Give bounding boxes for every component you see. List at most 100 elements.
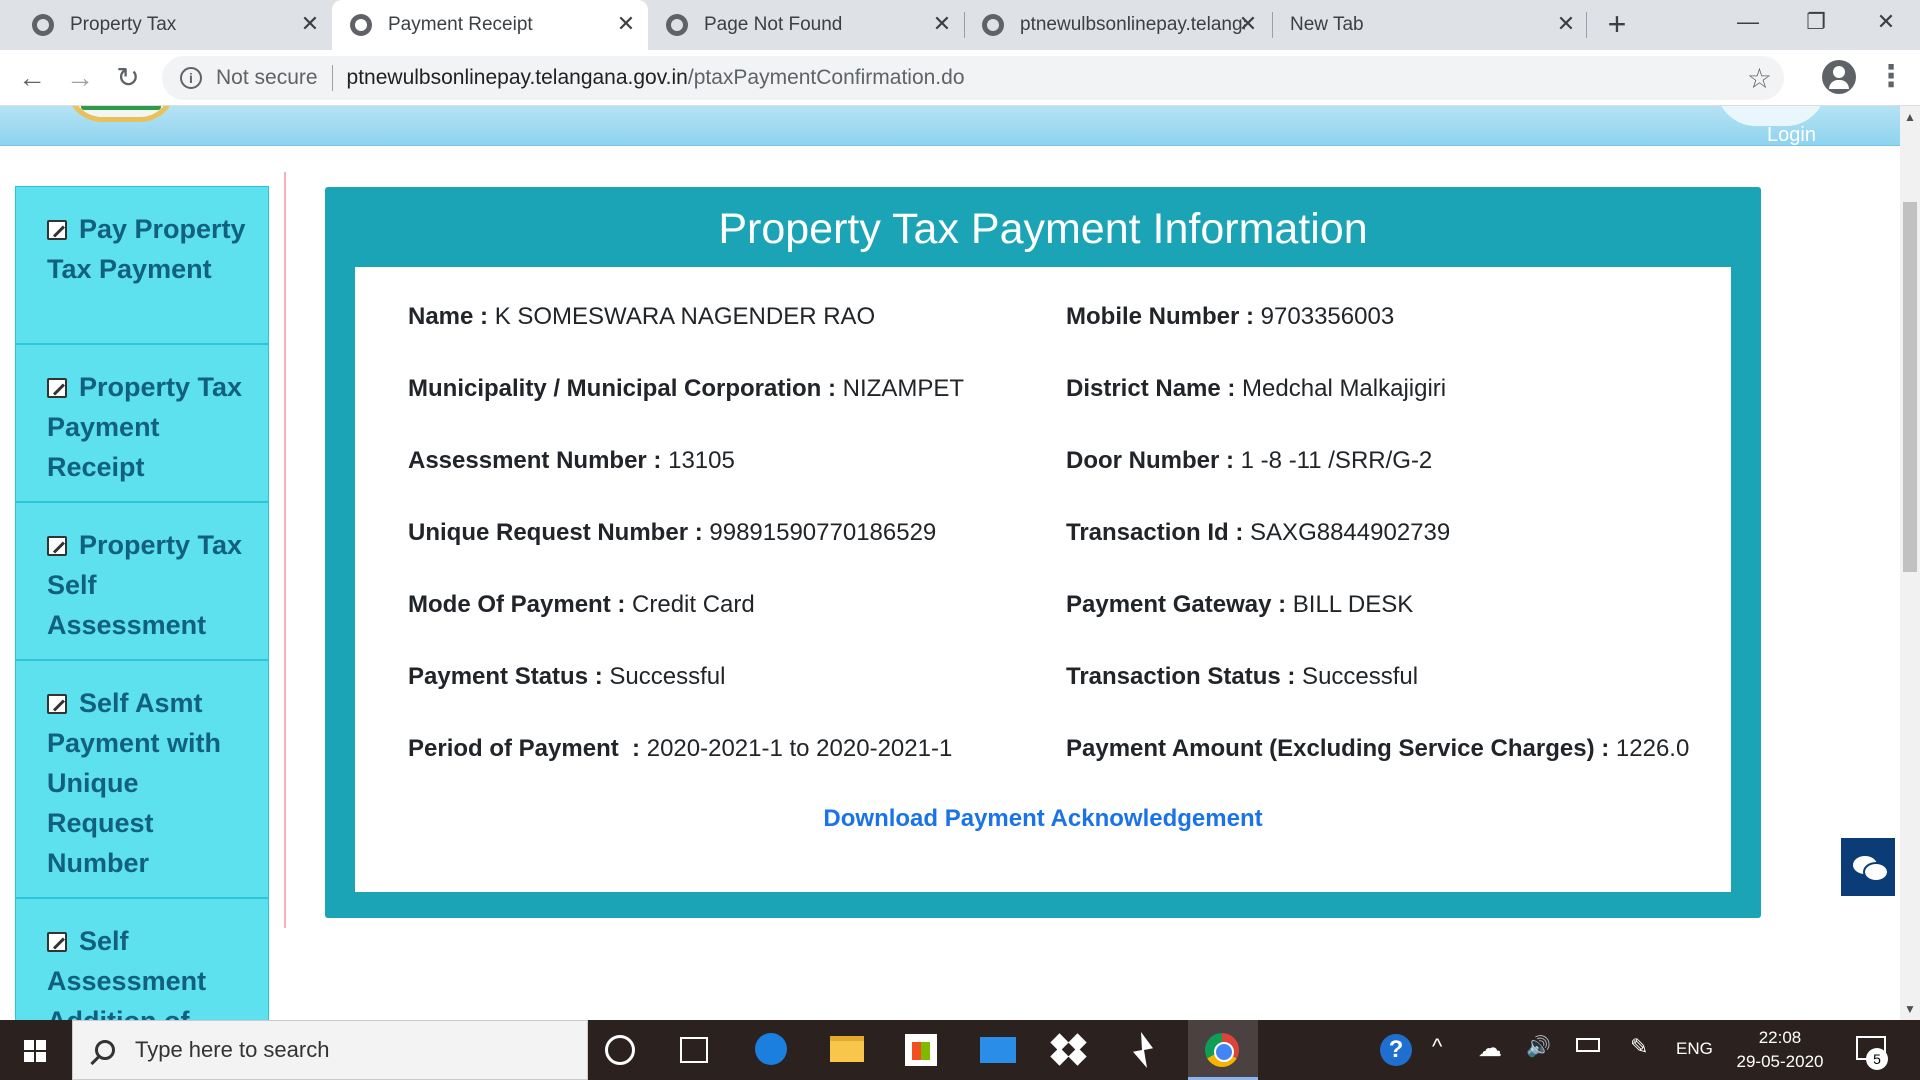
field-transaction-status: Transaction Status : Successful [1066, 663, 1419, 690]
sidebar-item-label: Self Asmt Payment with Unique Request Nu… [47, 688, 222, 878]
close-tab-icon[interactable]: ✕ [298, 12, 322, 36]
browser-menu-icon[interactable]: ⋮ [1876, 60, 1906, 96]
new-tab-button[interactable]: + [1600, 8, 1634, 42]
field-name: Name : K SOMESWARA NAGENDER RAO [408, 303, 876, 330]
card-title: Property Tax Payment Information [718, 205, 1368, 253]
app-lightning-icon[interactable] [1133, 1032, 1153, 1068]
tab-page-not-found[interactable]: Page Not Found ✕ [648, 0, 964, 50]
browser-toolbar: ← → ↻ i Not secure ptnewulbsonlinepay.te… [0, 50, 1920, 106]
card-body: Name : K SOMESWARA NAGENDER RAO Municipa… [355, 267, 1731, 892]
microsoft-store-icon[interactable] [905, 1034, 937, 1066]
sidebar-menu: Pay Property Tax Payment Property Tax Pa… [15, 186, 269, 1020]
security-status[interactable]: Not secure [216, 66, 318, 90]
field-unique-request-number: Unique Request Number : 9989159077018652… [408, 519, 937, 546]
search-icon [95, 1040, 115, 1060]
mail-icon[interactable] [980, 1037, 1016, 1063]
tab-strip: Property Tax ✕ Payment Receipt ✕ Page No… [0, 0, 1920, 50]
field-payment-amount: Payment Amount (Excluding Service Charge… [1066, 735, 1690, 762]
back-button[interactable]: ← [14, 60, 50, 96]
file-explorer-icon[interactable] [830, 1036, 864, 1062]
bookmark-star-icon[interactable]: ☆ [1747, 62, 1772, 95]
start-button[interactable] [0, 1020, 70, 1080]
minimize-button[interactable]: — [1718, 0, 1778, 44]
field-municipality: Municipality / Municipal Corporation : N… [408, 375, 965, 402]
pen-icon[interactable]: ✎ [1630, 1034, 1648, 1060]
tab-payment-receipt[interactable]: Payment Receipt ✕ [332, 0, 648, 50]
field-mode-of-payment: Mode Of Payment : Credit Card [408, 591, 755, 618]
chrome-taskbar-button[interactable] [1188, 1020, 1258, 1080]
chrome-icon [1205, 1033, 1239, 1067]
close-window-button[interactable]: ✕ [1856, 0, 1916, 44]
onedrive-icon[interactable]: ☁ [1478, 1034, 1502, 1063]
download-acknowledgement-link[interactable]: Download Payment Acknowledgement [355, 805, 1731, 833]
volume-icon[interactable]: 🔊 [1526, 1034, 1551, 1059]
close-tab-icon[interactable]: ✕ [614, 12, 638, 36]
tab-new-tab[interactable]: New Tab ✕ [1272, 0, 1588, 50]
sidebar-item-label: Self Assessment Addition of [47, 926, 207, 1020]
tab-title: New Tab [1290, 14, 1364, 35]
chat-icon[interactable] [1841, 838, 1895, 896]
site-logo [66, 106, 176, 122]
url-path[interactable]: /ptaxPaymentConfirmation.do [688, 66, 965, 90]
field-district-name: District Name : Medchal Malkajigiri [1066, 375, 1447, 402]
tray-chevron-icon[interactable]: ^ [1432, 1034, 1442, 1060]
close-tab-icon[interactable]: ✕ [1236, 12, 1260, 36]
close-tab-icon[interactable]: ✕ [930, 12, 954, 36]
system-clock[interactable]: 22:08 29-05-2020 [1730, 1026, 1830, 1074]
tab-title: Payment Receipt [388, 14, 533, 35]
scroll-up-arrow-icon[interactable]: ▲ [1904, 110, 1916, 124]
field-assessment-number: Assessment Number : 13105 [408, 447, 735, 474]
tab-title: ptnewulbsonlinepay.telangana.gov.in/ [1020, 14, 1245, 35]
profile-avatar-icon[interactable] [1822, 60, 1856, 94]
payment-info-card: Property Tax Payment Information Name : … [325, 187, 1761, 918]
restore-button[interactable]: ❐ [1786, 0, 1846, 44]
field-door-number: Door Number : 1 -8 -11 /SRR/G-2 [1066, 447, 1433, 474]
reload-button[interactable]: ↻ [110, 60, 146, 96]
scroll-thumb[interactable] [1903, 202, 1917, 572]
page-viewport: Login Pay Property Tax Payment Property … [0, 106, 1900, 1020]
address-bar[interactable]: i Not secure ptnewulbsonlinepay.telangan… [162, 56, 1784, 100]
tab-separator [1586, 12, 1587, 38]
globe-icon [32, 14, 54, 36]
battery-icon[interactable] [1576, 1038, 1600, 1052]
help-icon[interactable]: ? [1380, 1034, 1412, 1066]
field-transaction-id: Transaction Id : SAXG8844902739 [1066, 519, 1451, 546]
omnibox-separator [331, 65, 333, 91]
windows-logo-icon [24, 1040, 46, 1062]
sidebar-item-self-assessment-addition[interactable]: Self Assessment Addition of [15, 898, 269, 1020]
edit-note-icon [47, 220, 67, 240]
sidebar-item-self-assessment[interactable]: Property Tax Self Assessment [15, 502, 269, 660]
sidebar-item-self-asmt-payment[interactable]: Self Asmt Payment with Unique Request Nu… [15, 660, 269, 898]
url-host[interactable]: ptnewulbsonlinepay.telangana.gov.in [347, 66, 688, 90]
globe-icon [982, 14, 1004, 36]
language-indicator[interactable]: ENG [1676, 1039, 1713, 1059]
edit-note-icon [47, 536, 67, 556]
forward-button[interactable]: → [62, 60, 98, 96]
scroll-down-arrow-icon[interactable]: ▼ [1904, 1002, 1916, 1016]
cortana-icon[interactable] [605, 1035, 635, 1065]
tab-property-tax[interactable]: Property Tax ✕ [14, 0, 332, 50]
sidebar-item-label: Pay Property Tax Payment [47, 214, 246, 284]
clock-date: 29-05-2020 [1736, 1052, 1824, 1071]
close-tab-icon[interactable]: ✕ [1554, 12, 1578, 36]
info-icon[interactable]: i [180, 67, 202, 89]
divider-line [284, 172, 286, 928]
field-payment-gateway: Payment Gateway : BILL DESK [1066, 591, 1414, 618]
windows-taskbar: Type here to search ? ^ ☁ 🔊 ✎ ENG 22:08 … [0, 1020, 1920, 1080]
dropbox-icon[interactable] [1050, 1033, 1089, 1066]
login-link[interactable]: Login [1767, 124, 1816, 147]
tab-title: Property Tax [70, 14, 177, 35]
field-period-of-payment: Period of Payment : 2020-2021-1 to 2020-… [408, 735, 953, 762]
tab-ptnewulbs[interactable]: ptnewulbsonlinepay.telangana.gov.in/ ✕ [964, 0, 1270, 50]
task-view-icon[interactable] [680, 1037, 708, 1063]
field-mobile-number: Mobile Number : 9703356003 [1066, 303, 1395, 330]
edge-browser-icon[interactable] [755, 1033, 787, 1065]
globe-icon [350, 14, 372, 36]
edit-note-icon [47, 694, 67, 714]
sidebar-item-pay-property-tax[interactable]: Pay Property Tax Payment [15, 186, 269, 344]
field-payment-status: Payment Status : Successful [408, 663, 726, 690]
site-header: Login [0, 106, 1900, 146]
page-scrollbar[interactable]: ▲ ▼ [1900, 106, 1920, 1020]
sidebar-item-payment-receipt[interactable]: Property Tax Payment Receipt [15, 344, 269, 502]
taskbar-search-box[interactable]: Type here to search [72, 1020, 588, 1080]
